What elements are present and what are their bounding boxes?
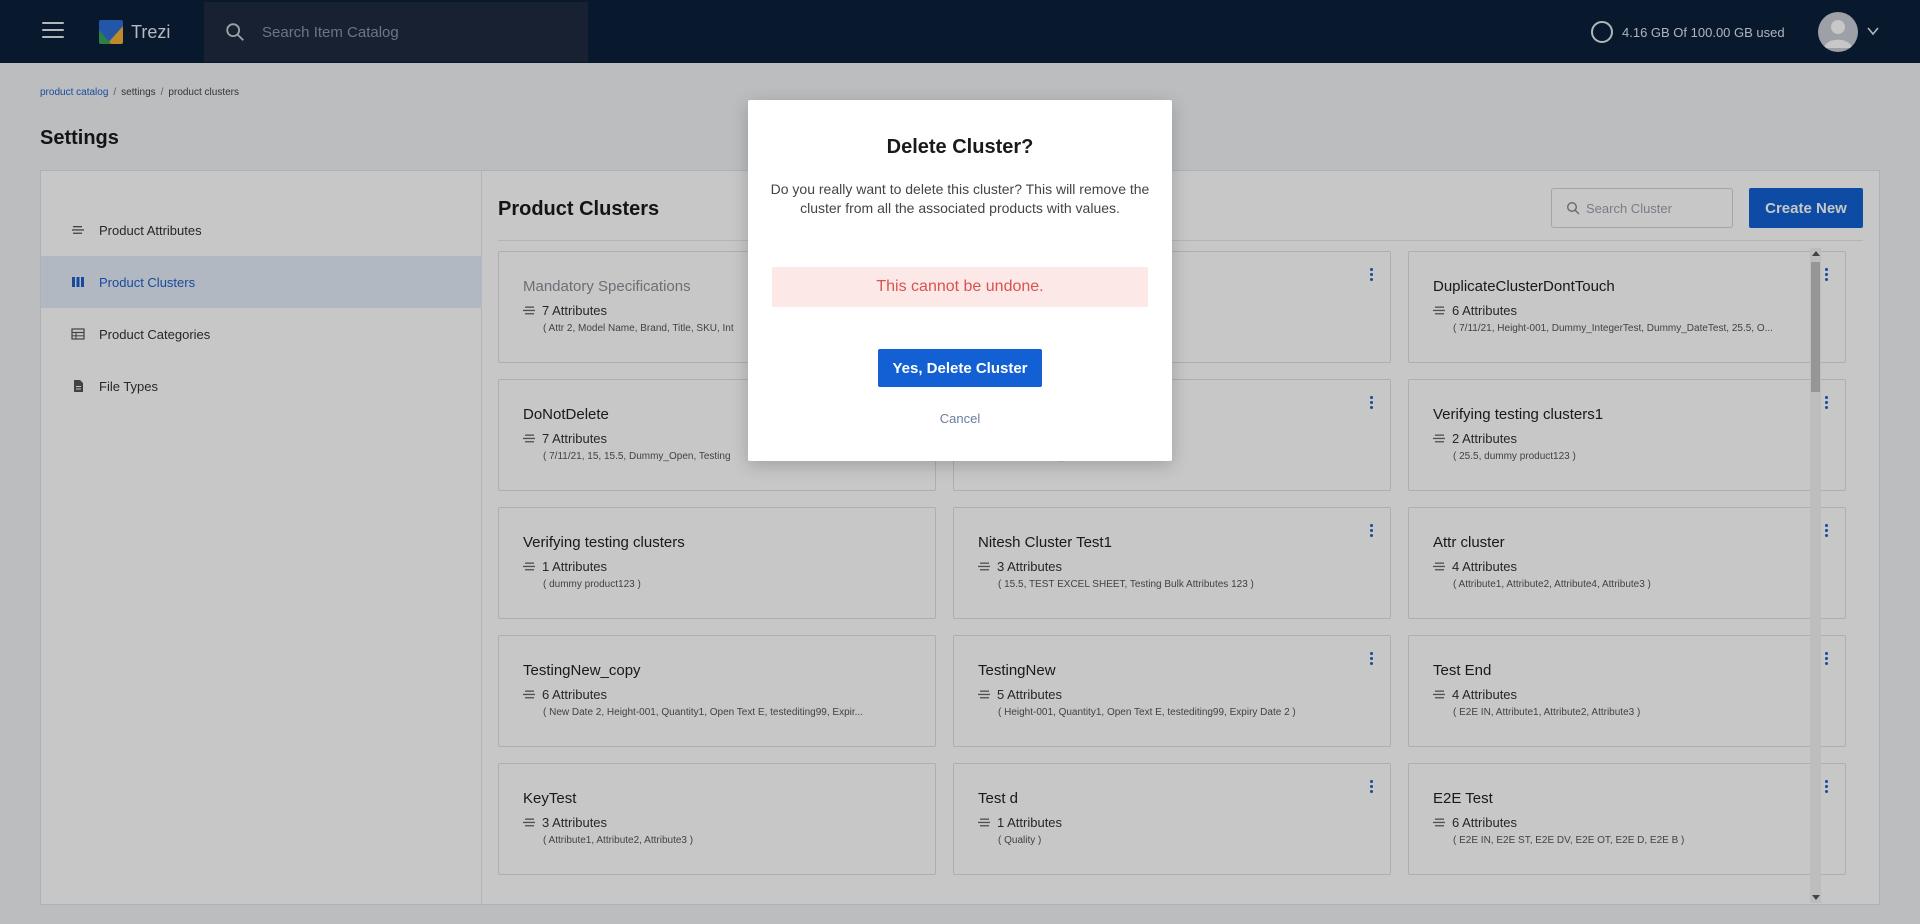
warning-banner: This cannot be undone. [772, 267, 1148, 307]
delete-cluster-dialog: Delete Cluster? Do you really want to de… [748, 100, 1172, 461]
confirm-delete-button[interactable]: Yes, Delete Cluster [878, 349, 1042, 387]
dialog-message: Do you really want to delete this cluste… [770, 181, 1150, 216]
cancel-button[interactable]: Cancel [748, 411, 1172, 426]
dialog-title: Delete Cluster? [886, 136, 1034, 158]
